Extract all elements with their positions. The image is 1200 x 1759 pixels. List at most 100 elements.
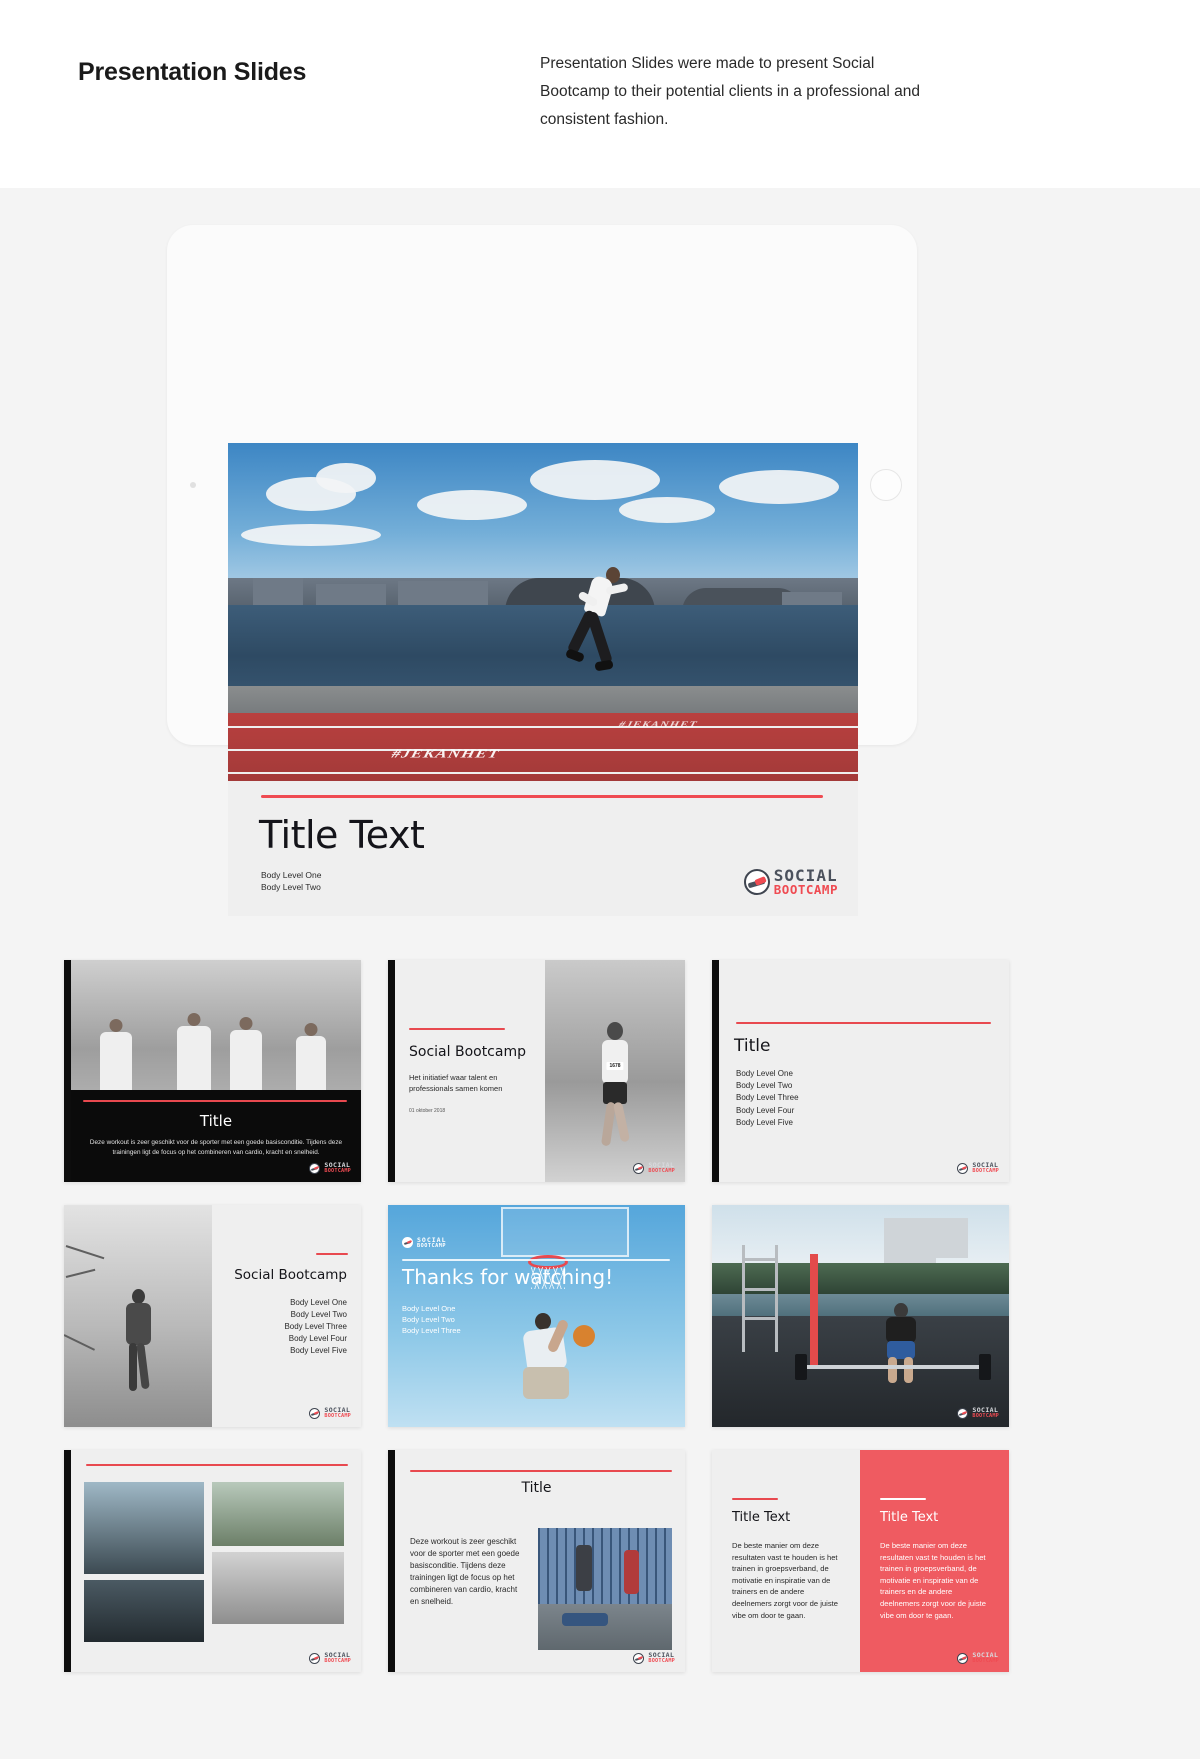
person-figure <box>562 1613 609 1627</box>
accent-rule <box>732 1498 778 1500</box>
accent-rule <box>736 1022 991 1024</box>
cloud-icon <box>719 470 840 505</box>
showcase-stage: #JEKANHET #JEKANHET Title Text Body Leve… <box>0 188 1200 1759</box>
walker-photo <box>64 1205 212 1427</box>
runner-figure <box>562 565 640 687</box>
walker-figure <box>116 1289 160 1397</box>
home-button[interactable] <box>870 469 902 501</box>
cloud-icon <box>530 459 661 500</box>
accent-rule <box>402 1259 670 1261</box>
cloud-icon <box>618 497 715 524</box>
accent-rule <box>261 795 823 798</box>
slide-thumbnail-walker[interactable]: Social Bootcamp Body Level One Body Leve… <box>64 1205 361 1427</box>
page-header: Presentation Slides Presentation Slides … <box>0 0 1200 188</box>
slide-bullets: Body Level One Body Level Two Body Level… <box>736 1068 799 1129</box>
building <box>884 1218 937 1268</box>
basketball-icon <box>572 1325 595 1347</box>
slide-thumbnail-two-panel[interactable]: Title Text Title Text De beste manier om… <box>712 1450 1009 1672</box>
slide-thumbnail-thanks[interactable]: SOCIAL BOOTCAMP Thanks for watching! Bod… <box>388 1205 685 1427</box>
slide-title: Social Bootcamp <box>234 1267 347 1283</box>
handshake-icon <box>957 1407 969 1419</box>
bullet-item: Body Level Two <box>402 1315 455 1324</box>
logo-word-bootcamp: BOOTCAMP <box>324 1657 351 1664</box>
slide-thumbnail-marathon-title[interactable]: Title Deze workout is zeer geschikt voor… <box>64 960 361 1182</box>
slide-subtitle: Het initiatief waar talent en profession… <box>409 1073 503 1093</box>
thumbnail-row: Social Bootcamp Body Level One Body Leve… <box>64 1205 1070 1427</box>
hero-slide-bullets: Body Level One Body Level Two <box>261 869 321 893</box>
bullet-item: Body Level One <box>402 1304 456 1313</box>
logo-word-bootcamp: BOOTCAMP <box>972 1412 999 1419</box>
hero-slide-title: Title Text <box>259 813 425 857</box>
accent-rule <box>83 1100 347 1102</box>
handshake-icon <box>743 868 770 895</box>
slide-title: Social Bootcamp <box>409 1044 526 1060</box>
slide-thumbnail-title-bullets[interactable]: Title Body Level One Body Level Two Body… <box>712 960 1009 1182</box>
handshake-icon <box>633 1162 645 1174</box>
social-bootcamp-logo: SOCIAL BOOTCAMP <box>309 1407 351 1419</box>
handshake-icon <box>633 1652 645 1664</box>
bullet-item: Body Level Five <box>736 1117 793 1127</box>
slide-title: Thanks for watching! <box>402 1265 614 1289</box>
slide-thumbnail-grid: Title Deze workout is zeer geschikt voor… <box>64 960 1070 1695</box>
accent-rule <box>316 1253 348 1255</box>
bullet-item: Body Level One <box>736 1069 793 1078</box>
thumbnail-row: Title Deze workout is zeer geschikt voor… <box>64 960 1070 1182</box>
bullet-item: Body Level Two <box>290 1310 347 1319</box>
social-bootcamp-logo: SOCIAL BOOTCAMP <box>957 1162 999 1174</box>
social-bootcamp-logo: SOCIAL BOOTCAMP <box>633 1162 675 1174</box>
collage-photo <box>212 1482 344 1546</box>
person-figure <box>623 1549 639 1594</box>
handshake-icon <box>957 1162 969 1174</box>
slide-thumbnail-collage[interactable]: SOCIAL BOOTCAMP <box>64 1450 361 1672</box>
social-bootcamp-logo: SOCIAL BOOTCAMP <box>309 1162 351 1174</box>
outdoor-training-photo <box>538 1528 672 1650</box>
slide-thumbnail-cover[interactable]: Social Bootcamp Het initiatief waar tale… <box>388 960 685 1182</box>
barbell <box>795 1353 992 1380</box>
track-marking: #JEKANHET <box>617 719 699 730</box>
handshake-icon <box>402 1237 413 1249</box>
hero-slide-body: Title Text Body Level One Body Level Two… <box>228 781 858 916</box>
page-title: Presentation Slides <box>78 58 307 86</box>
collage-photo <box>84 1580 204 1642</box>
fence <box>538 1528 672 1604</box>
slide-thumbnail-outdoor-gym[interactable]: SOCIAL BOOTCAMP <box>712 1205 1009 1427</box>
social-bootcamp-logo: SOCIAL BOOTCAMP <box>743 867 838 897</box>
bullet-item: Body Level Two <box>736 1081 793 1091</box>
logo-word-bootcamp: BOOTCAMP <box>773 881 838 897</box>
slide-date: 01 oktober 2018 <box>409 1108 446 1114</box>
social-bootcamp-logo: SOCIAL BOOTCAMP <box>957 1407 999 1419</box>
hero-photo: #JEKANHET #JEKANHET <box>228 443 858 781</box>
handshake-icon <box>309 1652 321 1664</box>
race-bib: 1678 <box>606 1062 624 1071</box>
slide-thumbnail-title-paragraph[interactable]: Title Deze workout is zeer geschikt voor… <box>388 1450 685 1672</box>
cover-text-panel: Social Bootcamp Het initiatief waar tale… <box>395 960 545 1182</box>
collage-photo <box>84 1482 204 1574</box>
handshake-icon <box>309 1407 321 1419</box>
bullet-item: Body Level Four <box>288 1334 347 1343</box>
logo-word-bootcamp: BOOTCAMP <box>972 1167 999 1174</box>
social-bootcamp-logo: SOCIAL BOOTCAMP <box>402 1237 446 1249</box>
social-bootcamp-logo: SOCIAL BOOTCAMP <box>309 1652 351 1664</box>
left-accent-bar <box>712 960 719 1182</box>
bullet-two: Body Level Two <box>261 882 321 892</box>
logo-word-bootcamp: BOOTCAMP <box>648 1167 675 1174</box>
hero-slide[interactable]: #JEKANHET #JEKANHET Title Text Body Leve… <box>228 443 858 916</box>
slide-body: Deze workout is zeer geschikt voor de sp… <box>89 1139 343 1156</box>
thumbnail-row: SOCIAL BOOTCAMP Title Deze workout is ze… <box>64 1450 1070 1672</box>
bullet-one: Body Level One <box>261 870 322 880</box>
logo-word-bootcamp: BOOTCAMP <box>324 1412 351 1419</box>
left-accent-bar <box>64 960 71 1182</box>
water <box>228 605 858 690</box>
bullet-item: Body Level Four <box>736 1105 795 1115</box>
social-bootcamp-logo: SOCIAL BOOTCAMP <box>957 1652 999 1664</box>
page-description: Presentation Slides were made to present… <box>540 55 920 128</box>
logo-word-bootcamp: BOOTCAMP <box>972 1657 999 1664</box>
left-slide-body: De beste manier om deze resultaten vast … <box>732 1541 838 1620</box>
slide-bullets: Body Level One Body Level Two Body Level… <box>284 1297 347 1357</box>
track-marking: #JEKANHET <box>390 747 501 761</box>
bullet-item: Body Level One <box>290 1298 347 1307</box>
caption-panel: Title Deze workout is zeer geschikt voor… <box>71 1090 361 1182</box>
left-accent-bar <box>64 1450 71 1672</box>
runner-figure <box>590 1022 640 1162</box>
social-bootcamp-logo: SOCIAL BOOTCAMP <box>633 1652 675 1664</box>
